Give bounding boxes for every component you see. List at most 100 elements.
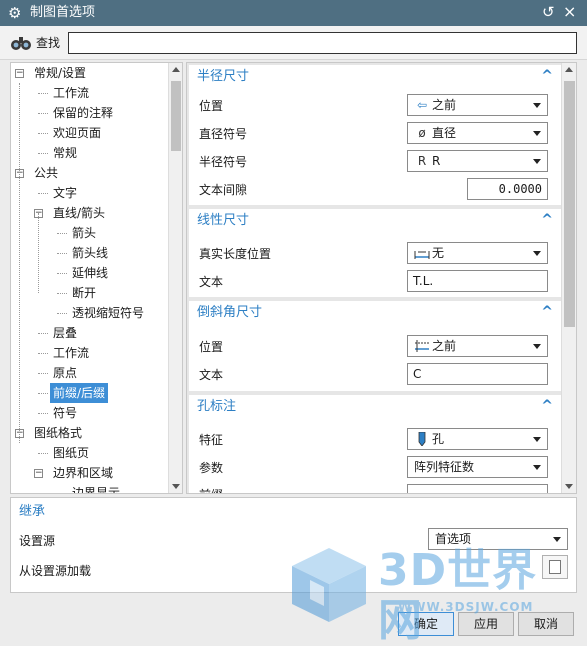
tree-guide-line — [38, 213, 39, 293]
chamfer-position-dropdown[interactable]: 之前 — [407, 335, 548, 357]
tree-item[interactable]: 文字 — [11, 183, 168, 203]
tree-item[interactable]: 断开 — [11, 283, 168, 303]
tree-item[interactable]: 工作流 — [11, 343, 168, 363]
dropdown-value: 无 — [432, 246, 445, 260]
tree-item-label: 原点 — [53, 366, 78, 380]
chevron-down-icon — [553, 537, 561, 542]
tree-item-label: 常规/设置 — [34, 66, 87, 80]
tree-connector — [38, 453, 48, 454]
prefix-input[interactable] — [407, 484, 548, 493]
find-bar: 查找 — [0, 26, 587, 60]
tree-item[interactable]: 透视缩短符号 — [11, 303, 168, 323]
apply-button[interactable]: 应用 — [458, 612, 514, 636]
tree-item[interactable]: 图纸页 — [11, 443, 168, 463]
scroll-down-icon[interactable] — [172, 484, 180, 489]
tree-item-label: 常规 — [53, 146, 78, 160]
chamfer-text-input[interactable]: C — [407, 363, 548, 385]
settings-scroll-thumb[interactable] — [564, 81, 575, 327]
section-header[interactable]: 半径尺寸 ^ — [189, 65, 561, 89]
inherit-title: 继承 — [19, 504, 46, 519]
tree-item-label: 公共 — [34, 166, 59, 180]
settings-source-label: 设置源 — [19, 534, 56, 548]
tree-item[interactable]: 符号 — [11, 403, 168, 423]
tree-item-label: 符号 — [53, 406, 78, 420]
tree-scrollbar[interactable] — [168, 63, 182, 493]
section-title: 半径尺寸 — [197, 69, 250, 84]
hole-feature-icon — [418, 432, 426, 446]
tree-connector — [57, 273, 67, 274]
tree-item[interactable]: − 公共 — [11, 163, 168, 183]
reset-icon[interactable]: ↺ — [542, 3, 555, 21]
arrow-before-icon: ⇦ — [416, 98, 428, 112]
tree-item[interactable]: − 直线/箭头 — [11, 203, 168, 223]
tree-item-label: 工作流 — [53, 86, 90, 100]
tree-scroll-thumb[interactable] — [171, 81, 181, 151]
tree-item-label: 工作流 — [53, 346, 90, 360]
tree-connector — [38, 353, 48, 354]
tree-item-label: 延伸线 — [72, 266, 109, 280]
cancel-button[interactable]: 取消 — [518, 612, 574, 636]
radius-symbol-label: 半径符号 — [199, 155, 248, 169]
tree-connector — [38, 93, 48, 94]
diameter-symbol-dropdown[interactable]: ø 直径 — [407, 122, 548, 144]
collapse-icon[interactable]: ^ — [541, 303, 553, 321]
text-label: 文本 — [199, 275, 224, 289]
tree-guide-line — [19, 83, 20, 443]
dropdown-value: 直径 — [432, 126, 457, 140]
tree-item[interactable]: − 常规/设置 — [11, 63, 168, 83]
chevron-down-icon — [533, 159, 541, 164]
settings-pane: 半径尺寸 ^ 位置 ⇦ 之前 直径符号 ø 直径 半径符号 R R 文本间隙 0… — [186, 62, 577, 494]
parameter-label: 参数 — [199, 461, 224, 475]
tree-item-label: 透视缩短符号 — [72, 306, 145, 320]
find-input[interactable] — [68, 32, 577, 54]
collapse-icon[interactable]: ^ — [541, 211, 553, 229]
close-icon[interactable]: × — [563, 2, 576, 22]
tree-item[interactable]: 边界显示 — [11, 483, 168, 494]
scroll-down-icon[interactable] — [565, 484, 573, 489]
window-title: 制图首选项 — [30, 5, 96, 20]
tree-connector — [57, 493, 67, 494]
tree-item[interactable]: 原点 — [11, 363, 168, 383]
feature-dropdown[interactable]: 孔 — [407, 428, 548, 450]
linear-text-input[interactable]: T.L. — [407, 270, 548, 292]
tree-item[interactable]: − 边界和区域 — [11, 463, 168, 483]
dropdown-value: 孔 — [432, 432, 445, 446]
tree-item-label: 边界显示 — [72, 486, 121, 494]
tree-item[interactable]: 欢迎页面 — [11, 123, 168, 143]
radius-symbol-dropdown[interactable]: R R — [407, 150, 548, 172]
tree-item[interactable]: − 图纸格式 — [11, 423, 168, 443]
tree-item[interactable]: 延伸线 — [11, 263, 168, 283]
chevron-down-icon — [533, 251, 541, 256]
load-icon — [549, 560, 561, 574]
position-dropdown[interactable]: ⇦ 之前 — [407, 94, 548, 116]
section-header[interactable]: 倒斜角尺寸 ^ — [189, 301, 561, 325]
load-from-source-button[interactable] — [542, 555, 568, 579]
scroll-up-icon[interactable] — [172, 67, 180, 72]
ok-button[interactable]: 确定 — [398, 612, 454, 636]
settings-scrollbar[interactable] — [561, 63, 576, 493]
section-header[interactable]: 线性尺寸 ^ — [189, 209, 561, 233]
collapse-icon[interactable]: ^ — [541, 397, 553, 415]
tree-item[interactable]: 前缀/后缀 — [11, 383, 168, 403]
collapse-icon[interactable]: ^ — [541, 67, 553, 85]
tree-item[interactable]: 工作流 — [11, 83, 168, 103]
tree-connector — [38, 113, 48, 114]
tree-item[interactable]: 保留的注释 — [11, 103, 168, 123]
tree-item[interactable]: 箭头线 — [11, 243, 168, 263]
true-length-dropdown[interactable]: 无 — [407, 242, 548, 264]
section-title: 孔标注 — [197, 399, 237, 414]
expand-toggle-icon[interactable]: − — [15, 69, 24, 78]
tree-item[interactable]: 箭头 — [11, 223, 168, 243]
expand-toggle-icon[interactable]: − — [34, 469, 43, 478]
tree-item[interactable]: 层叠 — [11, 323, 168, 343]
parameter-dropdown[interactable]: 阵列特征数 — [407, 456, 548, 478]
preferences-tree: − 常规/设置 工作流 保留的注释 欢迎页面 常规 − 公共 文字 − 直线/箭头 箭头 箭头线 延伸线断… — [10, 62, 183, 494]
chevron-down-icon — [533, 465, 541, 470]
tree-item[interactable]: 常规 — [11, 143, 168, 163]
section-header[interactable]: 孔标注 ^ — [189, 395, 561, 419]
feature-label: 特征 — [199, 433, 224, 447]
settings-source-dropdown[interactable]: 首选项 — [428, 528, 568, 550]
scroll-up-icon[interactable] — [565, 67, 573, 72]
text-gap-input[interactable]: 0.0000 — [467, 178, 548, 200]
tree-item-label: 边界和区域 — [53, 466, 114, 480]
